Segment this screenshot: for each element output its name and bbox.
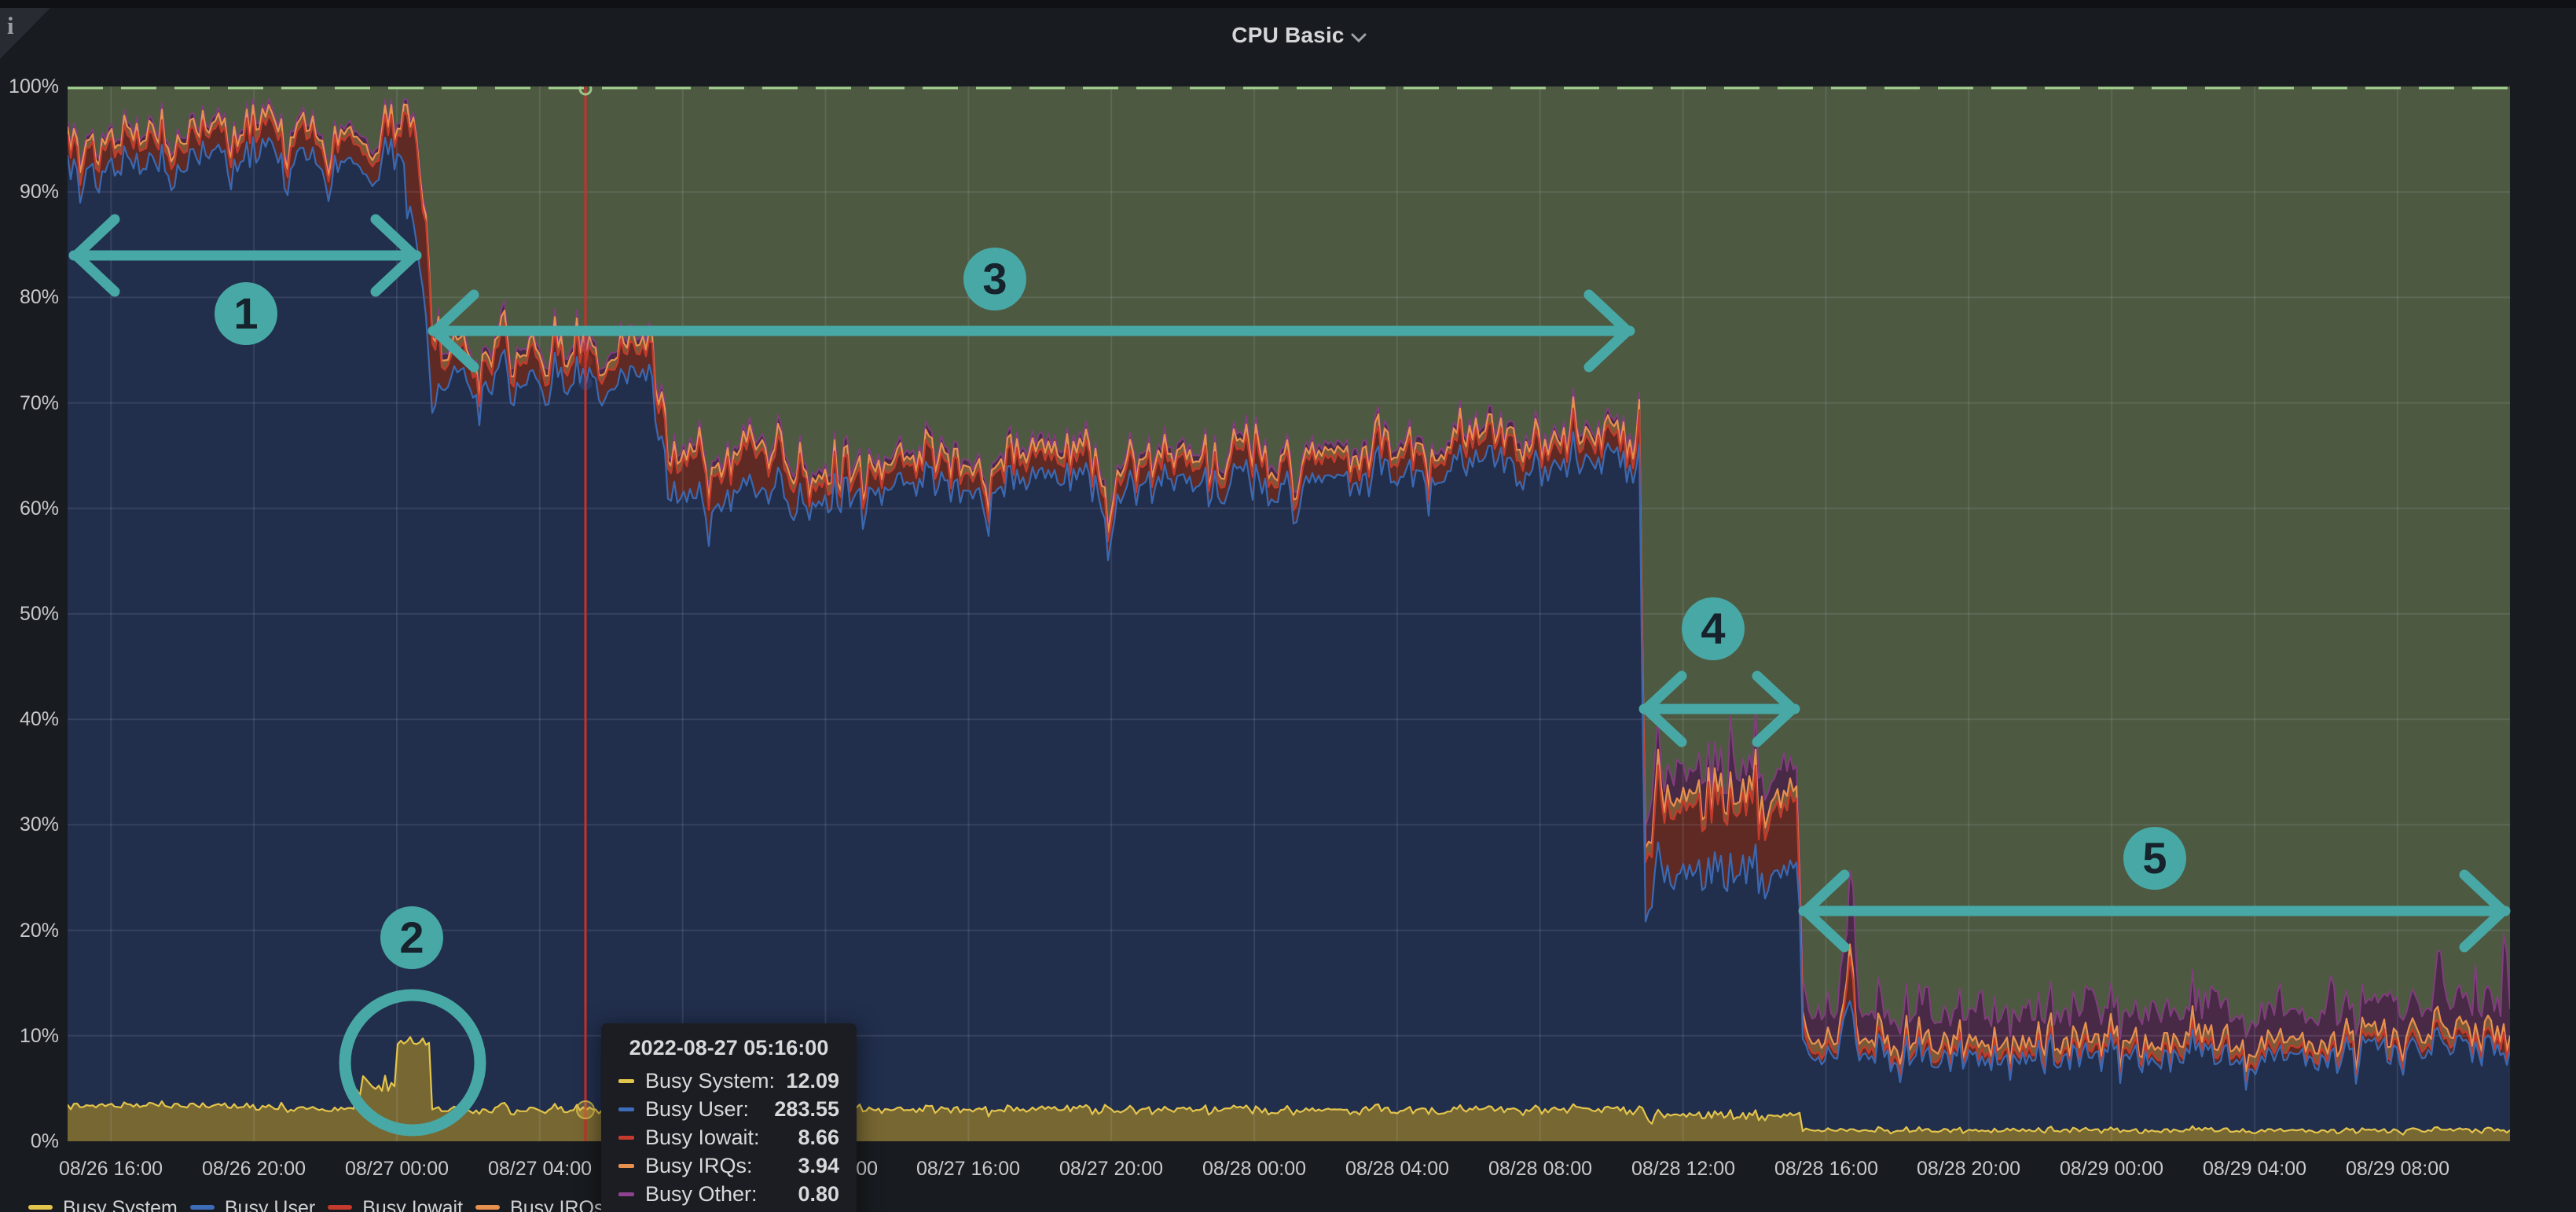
- svg-text:3: 3: [982, 254, 1007, 303]
- svg-text:1: 1: [233, 288, 258, 338]
- svg-text:4: 4: [1701, 604, 1725, 653]
- svg-text:2: 2: [399, 913, 424, 962]
- svg-text:5: 5: [2142, 833, 2167, 883]
